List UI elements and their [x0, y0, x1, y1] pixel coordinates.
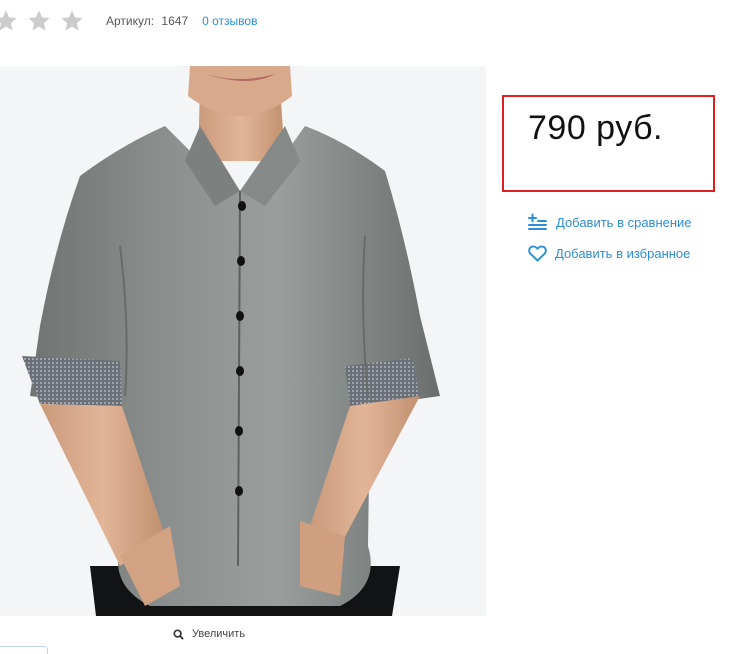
add-to-favorites-button[interactable]: Добавить в избранное	[528, 245, 690, 262]
add-to-compare-button[interactable]: Добавить в сравнение	[528, 213, 692, 231]
sku-label: Артикул:	[106, 14, 155, 28]
product-page: Артикул: 1647 0 отзывов Увеличить 790 ру…	[0, 0, 740, 654]
thumbnail[interactable]	[0, 646, 48, 654]
star-icon[interactable]	[0, 9, 18, 33]
star-icon[interactable]	[60, 9, 84, 33]
zoom-button[interactable]: Увеличить	[173, 628, 245, 640]
star-icon[interactable]	[27, 9, 51, 33]
reviews-link[interactable]: 0 отзывов	[202, 14, 257, 28]
price-highlight: 790 руб.	[502, 95, 715, 192]
shirt-photo	[0, 66, 486, 616]
heart-icon	[528, 245, 547, 262]
sku-value: 1647	[161, 14, 189, 28]
rating-row: Артикул: 1647 0 отзывов	[0, 8, 257, 34]
magnifier-icon	[173, 628, 184, 640]
compare-icon	[528, 213, 547, 230]
sku: Артикул: 1647	[106, 14, 188, 28]
favorites-label: Добавить в избранное	[555, 246, 691, 261]
zoom-label: Увеличить	[192, 628, 246, 640]
compare-label: Добавить в сравнение	[556, 214, 692, 230]
product-image[interactable]	[0, 66, 486, 616]
price: 790 руб.	[528, 109, 664, 147]
rating-stars	[0, 9, 93, 33]
